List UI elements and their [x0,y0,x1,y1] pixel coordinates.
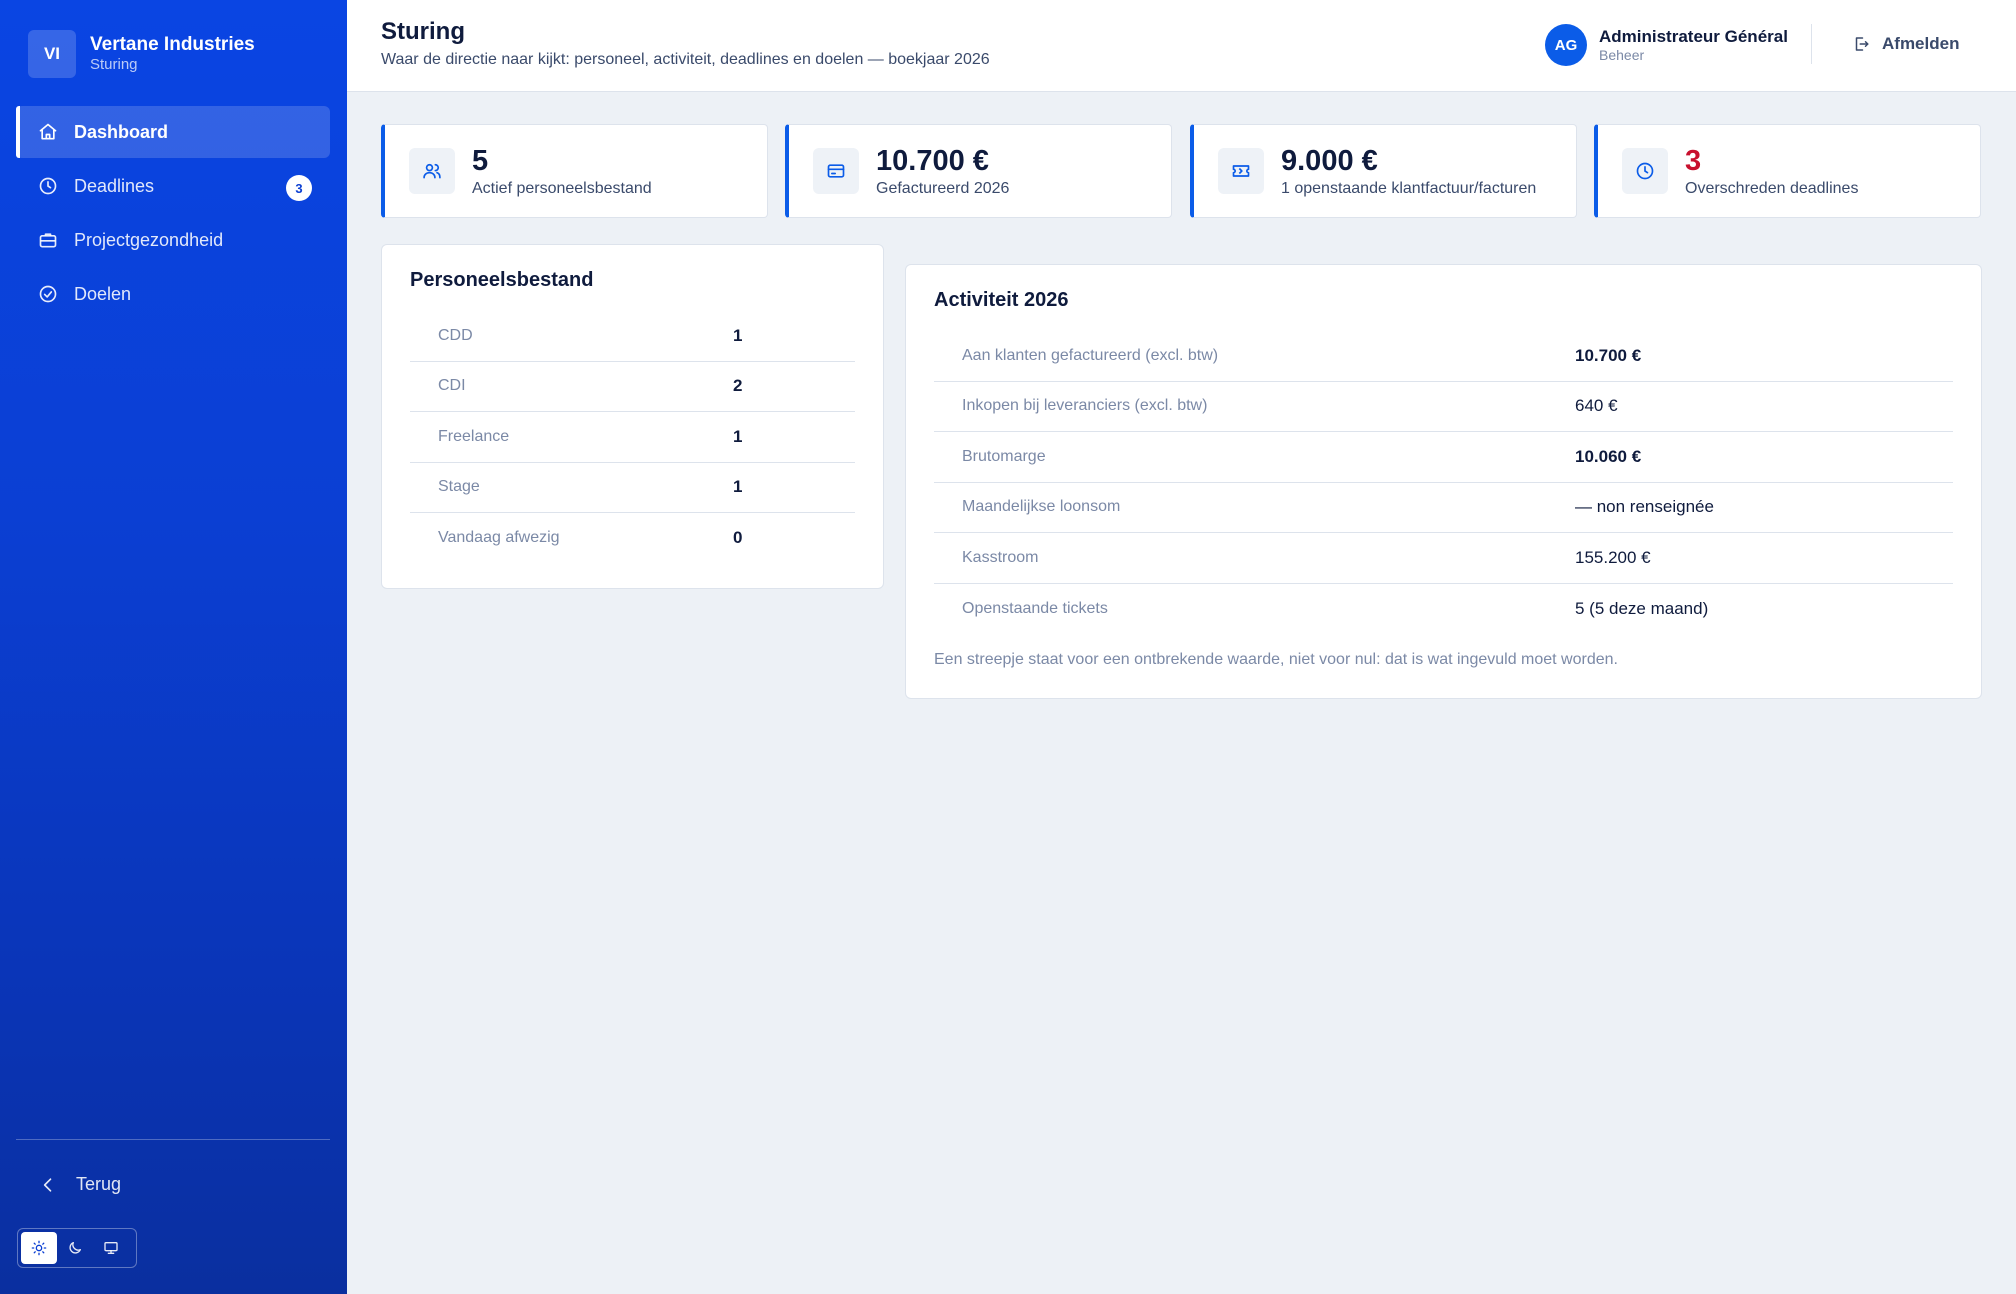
row-label: Brutomarge [962,447,1046,465]
row-value: 640 € [1575,396,1618,416]
sidebar-item-deadlines[interactable]: Deadlines 3 [16,160,330,212]
avatar: AG [1545,24,1587,66]
moon-icon [67,1240,83,1256]
stat-card-overdue: 3 Overschreden deadlines [1594,124,1981,218]
stat-label: 1 openstaande klantfactuur/facturen [1281,180,1537,197]
brand-logo: VI [28,30,76,78]
sun-icon [31,1240,47,1256]
back-link[interactable]: Terug [38,1174,121,1195]
stat-label: Overschreden deadlines [1685,180,1859,197]
list-item: Vandaag afwezig 0 [410,513,855,564]
sidebar-nav: Dashboard Deadlines 3 Projectgezondheid … [16,106,330,322]
panel-title: Activiteit 2026 [934,289,1069,311]
sidebar-item-label: Deadlines [74,175,155,196]
list-item: Freelance 1 [410,412,855,463]
panel-title: Personeelsbestand [410,269,594,291]
list-item: CDI 2 [410,362,855,412]
header-divider [1811,24,1812,64]
check-circle-icon [38,284,58,304]
list-item: CDD 1 [410,311,855,362]
list-item: Openstaande tickets 5 (5 deze maand) [934,584,1953,635]
sidebar: VI Vertane Industries Sturing Dashboard … [0,0,347,1294]
brand-name: Vertane Industries [90,34,255,55]
row-value: 10.060 € [1575,446,1642,466]
users-icon [409,148,455,194]
row-label: Stage [438,478,480,496]
sidebar-item-projectgezondheid[interactable]: Projectgezondheid [16,214,330,266]
row-label: Kasstroom [962,548,1039,566]
deadlines-count-badge: 3 [286,175,312,201]
row-label: Openstaande tickets [962,599,1108,617]
list-item: Aan klanten gefactureerd (excl. btw) 10.… [934,331,1953,382]
credit-card-icon [813,148,859,194]
theme-switcher [17,1228,137,1268]
top-header: Sturing Waar de directie naar kijkt: per… [347,0,2016,92]
user-role: Beheer [1599,47,1645,63]
row-value: 2 [733,376,743,396]
clock-icon [38,176,58,196]
row-value: — non renseignée [1575,497,1714,517]
stat-label: Actief personeelsbestand [472,180,652,197]
row-value: 5 (5 deze maand) [1575,598,1709,618]
row-value: 1 [733,325,743,345]
stat-label: Gefactureerd 2026 [876,180,1010,197]
list-item: Stage 1 [410,463,855,513]
page-subtitle: Waar de directie naar kijkt: personeel, … [381,51,990,68]
ticket-icon [1218,148,1264,194]
row-label: CDD [438,326,473,344]
personnel-panel: Personeelsbestand CDD 1 CDI 2 Freelance … [381,244,884,589]
logout-button[interactable]: Afmelden [1852,34,1959,54]
row-value: 1 [733,477,743,497]
row-label: Inkopen bij leveranciers (excl. btw) [962,397,1208,415]
stat-card-personnel: 5 Actief personeelsbestand [381,124,768,218]
sidebar-item-label: Doelen [74,283,132,304]
clock-icon [1622,148,1668,194]
user-name: Administrateur Général [1599,27,1788,46]
row-label: CDI [438,377,466,395]
stat-value: 10.700 € [876,145,989,177]
list-item: Brutomarge 10.060 € [934,432,1953,483]
sidebar-divider [16,1139,330,1140]
back-link-label: Terug [76,1174,122,1194]
row-value: 155.200 € [1575,547,1651,567]
personnel-list: CDD 1 CDI 2 Freelance 1 Stage 1 Vandaag … [410,311,855,564]
stat-value: 3 [1685,145,1702,177]
sidebar-item-dashboard[interactable]: Dashboard [16,106,330,158]
sidebar-item-label: Projectgezondheid [74,229,224,250]
stat-value: 9.000 € [1281,145,1378,177]
theme-light-button[interactable] [21,1232,57,1264]
page-title: Sturing [381,18,465,45]
sidebar-item-doelen[interactable]: Doelen [16,268,330,320]
sidebar-item-label: Dashboard [74,121,169,142]
stat-card-invoiced: 10.700 € Gefactureerd 2026 [785,124,1172,218]
home-icon [38,122,58,142]
chevron-left-icon [38,1175,58,1195]
row-value: 10.700 € [1575,345,1642,365]
logout-label: Afmelden [1882,34,1960,53]
logout-icon [1852,35,1870,53]
row-label: Aan klanten gefactureerd (excl. btw) [962,346,1219,364]
row-label: Vandaag afwezig [438,529,560,547]
list-item: Maandelijkse loonsom — non renseignée [934,483,1953,533]
row-value: 1 [733,426,743,446]
missing-value-note: Een streepje staat voor een ontbrekende … [934,651,1618,668]
activity-panel: Activiteit 2026 Aan klanten gefactureerd… [905,264,1982,699]
briefcase-icon [38,230,58,250]
monitor-icon [103,1240,119,1256]
brand-subtitle: Sturing [90,56,138,73]
row-label: Freelance [438,427,510,445]
theme-dark-button[interactable] [57,1232,93,1264]
list-item: Kasstroom 155.200 € [934,533,1953,584]
stat-card-outstanding: 9.000 € 1 openstaande klantfactuur/factu… [1190,124,1577,218]
theme-system-button[interactable] [93,1232,129,1264]
row-label: Maandelijkse loonsom [962,498,1121,516]
activity-list: Aan klanten gefactureerd (excl. btw) 10.… [934,331,1953,634]
brand[interactable]: VI Vertane Industries Sturing [28,30,255,78]
user-menu[interactable]: AG Administrateur Général Beheer [1545,24,1788,66]
stat-value: 5 [472,145,489,177]
list-item: Inkopen bij leveranciers (excl. btw) 640… [934,382,1953,432]
row-value: 0 [733,528,743,548]
